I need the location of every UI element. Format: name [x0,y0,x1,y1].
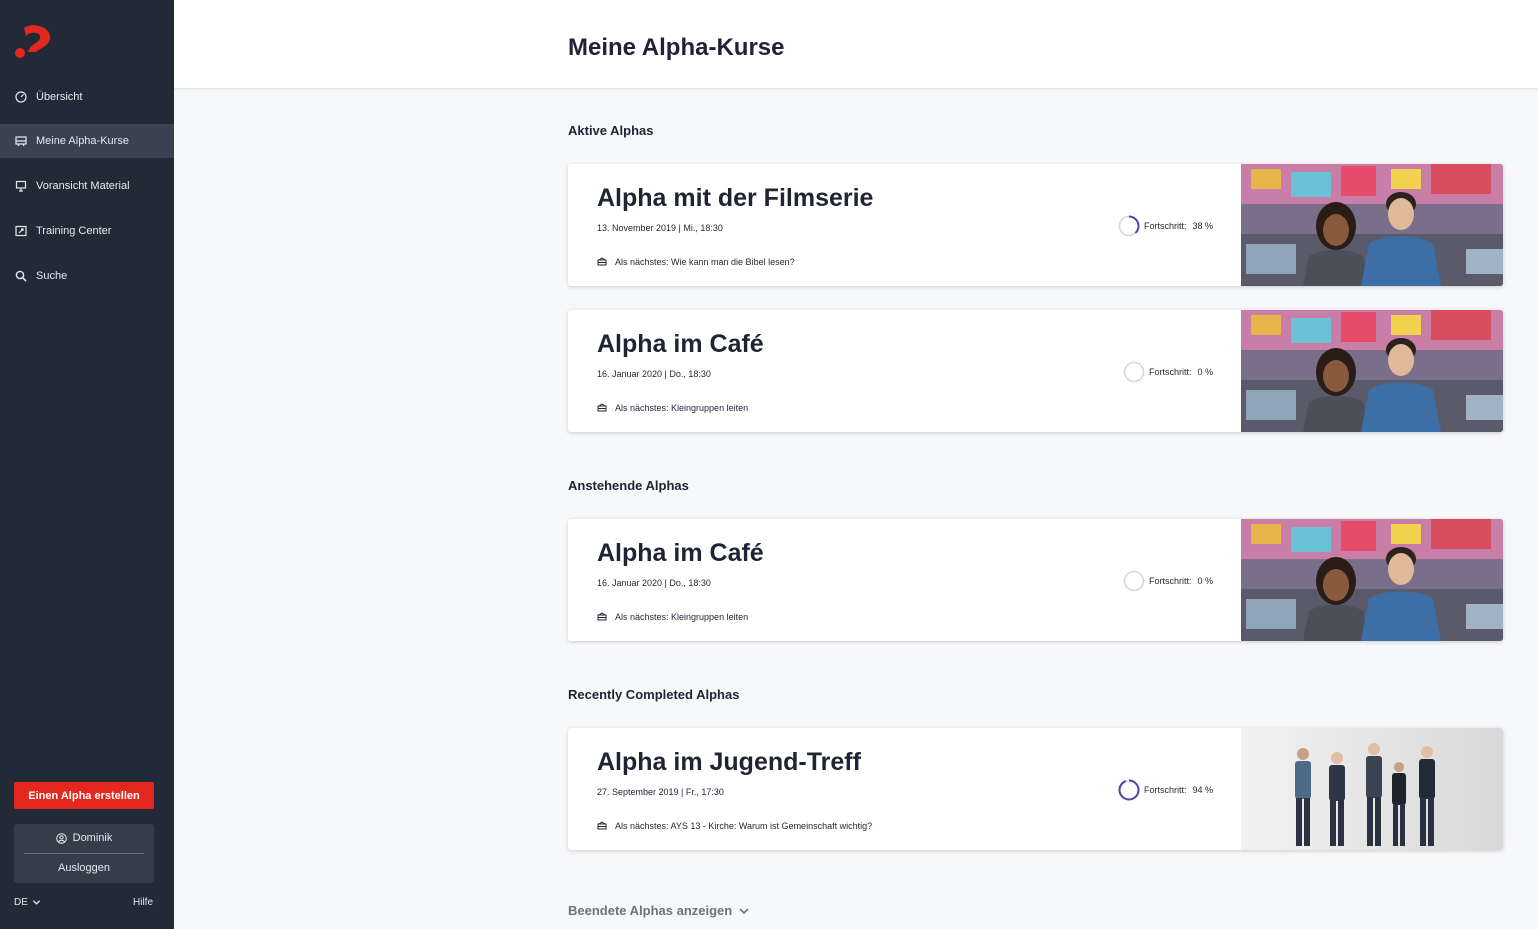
session-icon [597,403,607,412]
session-icon [597,821,607,830]
course-title: Alpha im Café [597,330,764,358]
next-session: Als nächstes: AYS 13 - Kirche: Warum ist… [597,821,872,831]
next-session: Als nächstes: Kleingruppen leiten [597,403,748,413]
divider [24,853,144,854]
course-date: 27. September 2019 | Fr., 17:30 [597,787,724,797]
course-image [1241,310,1503,432]
section-title-active: Aktive Alphas [568,123,654,138]
progress-ring-fill [1118,779,1140,801]
logout-button[interactable]: Ausloggen [14,855,154,881]
chevron-down-icon [739,907,749,914]
session-icon [597,612,607,621]
course-image [1241,728,1503,850]
next-session-text: Als nächstes: AYS 13 - Kirche: Warum ist… [615,821,873,831]
alpha-logo[interactable] [14,24,54,60]
course-title: Alpha mit der Filmserie [597,184,874,212]
progress-ring [1118,215,1140,237]
course-date: 16. Januar 2020 | Do., 18:30 [597,369,711,379]
progress-ring-track [1123,361,1145,383]
progress-ring [1118,779,1140,801]
progress-value: 38 % [1192,221,1213,231]
progress-indicator: Fortschritt: 94 % [1118,779,1213,801]
course-icon [15,135,27,147]
progress-label: Fortschritt: [1143,221,1187,231]
nav-label: Suche [36,270,68,282]
dashboard-icon [15,91,27,103]
page-header: Meine Alpha-Kurse [174,0,1538,89]
course-image [1241,164,1503,286]
user-box: Dominik Ausloggen [14,824,154,883]
nav-label: Meine Alpha-Kurse [36,135,129,147]
next-session: Als nächstes: Kleingruppen leiten [597,612,748,622]
search-icon [15,270,27,282]
user-name: Dominik [72,832,113,844]
course-image [1241,519,1503,641]
progress-label: Fortschritt: [1143,785,1187,795]
progress-value: 0 % [1197,576,1213,586]
progress-value: 94 % [1192,785,1213,795]
nav-label: Voransicht Material [36,180,130,192]
progress-label: Fortschritt: [1148,367,1192,377]
course-card[interactable]: Alpha im Café 16. Januar 2020 | Do., 18:… [568,519,1503,641]
language-selector[interactable]: DE [14,897,41,908]
session-icon [597,257,607,266]
course-title: Alpha im Café [597,539,764,567]
section-title-upcoming: Anstehende Alphas [568,478,689,493]
progress-value: 0 % [1197,367,1213,377]
chevron-down-icon [32,900,41,905]
course-title: Alpha im Jugend-Treff [597,748,861,776]
next-session-text: Als nächstes: Wie kann man die Bibel les… [615,257,795,267]
user-icon [55,832,67,844]
nav-item-training-center[interactable]: Training Center [0,214,174,248]
course-card[interactable]: Alpha im Café 16. Januar 2020 | Do., 18:… [568,310,1503,432]
sidebar: Übersicht Meine Alpha-Kurse Voransicht M… [0,0,174,929]
progress-ring [1123,570,1145,592]
course-date: 16. Januar 2020 | Do., 18:30 [597,578,711,588]
create-alpha-button[interactable]: Einen Alpha erstellen [14,782,154,809]
nav-label: Training Center [36,225,112,237]
next-session-text: Als nächstes: Kleingruppen leiten [615,403,749,413]
progress-indicator: Fortschritt: 38 % [1118,215,1213,237]
progress-indicator: Fortschritt: 0 % [1123,570,1213,592]
street-scene-image [1241,310,1503,432]
next-session-text: Als nächstes: Kleingruppen leiten [615,612,749,622]
group-photo-image [1241,728,1503,850]
nav-item-uebersicht[interactable]: Übersicht [0,80,174,114]
next-session: Als nächstes: Wie kann man die Bibel les… [597,257,795,267]
course-card[interactable]: Alpha mit der Filmserie 13. November 201… [568,164,1503,286]
section-title-completed: Recently Completed Alphas [568,687,740,702]
street-scene-image [1241,519,1503,641]
nav-item-voransicht-material[interactable]: Voransicht Material [0,169,174,203]
show-ended-label: Beendete Alphas anzeigen [568,903,733,918]
nav-item-suche[interactable]: Suche [0,259,174,293]
training-icon [15,225,27,237]
progress-ring [1123,361,1145,383]
show-ended-alphas-toggle[interactable]: Beendete Alphas anzeigen [568,903,750,918]
course-card[interactable]: Alpha im Jugend-Treff 27. September 2019… [568,728,1503,850]
progress-label: Fortschritt: [1148,576,1192,586]
course-date: 13. November 2019 | Mi., 18:30 [597,223,723,233]
user-profile-button[interactable]: Dominik [14,824,154,852]
presentation-icon [15,180,27,192]
page-title: Meine Alpha-Kurse [568,34,785,61]
progress-indicator: Fortschritt: 0 % [1123,361,1213,383]
progress-ring-track [1123,570,1145,592]
street-scene-image [1241,164,1503,286]
language-label: DE [14,897,28,908]
nav-label: Übersicht [36,91,83,103]
nav-item-meine-alpha-kurse[interactable]: Meine Alpha-Kurse [0,124,174,158]
help-link[interactable]: Hilfe [133,897,153,908]
